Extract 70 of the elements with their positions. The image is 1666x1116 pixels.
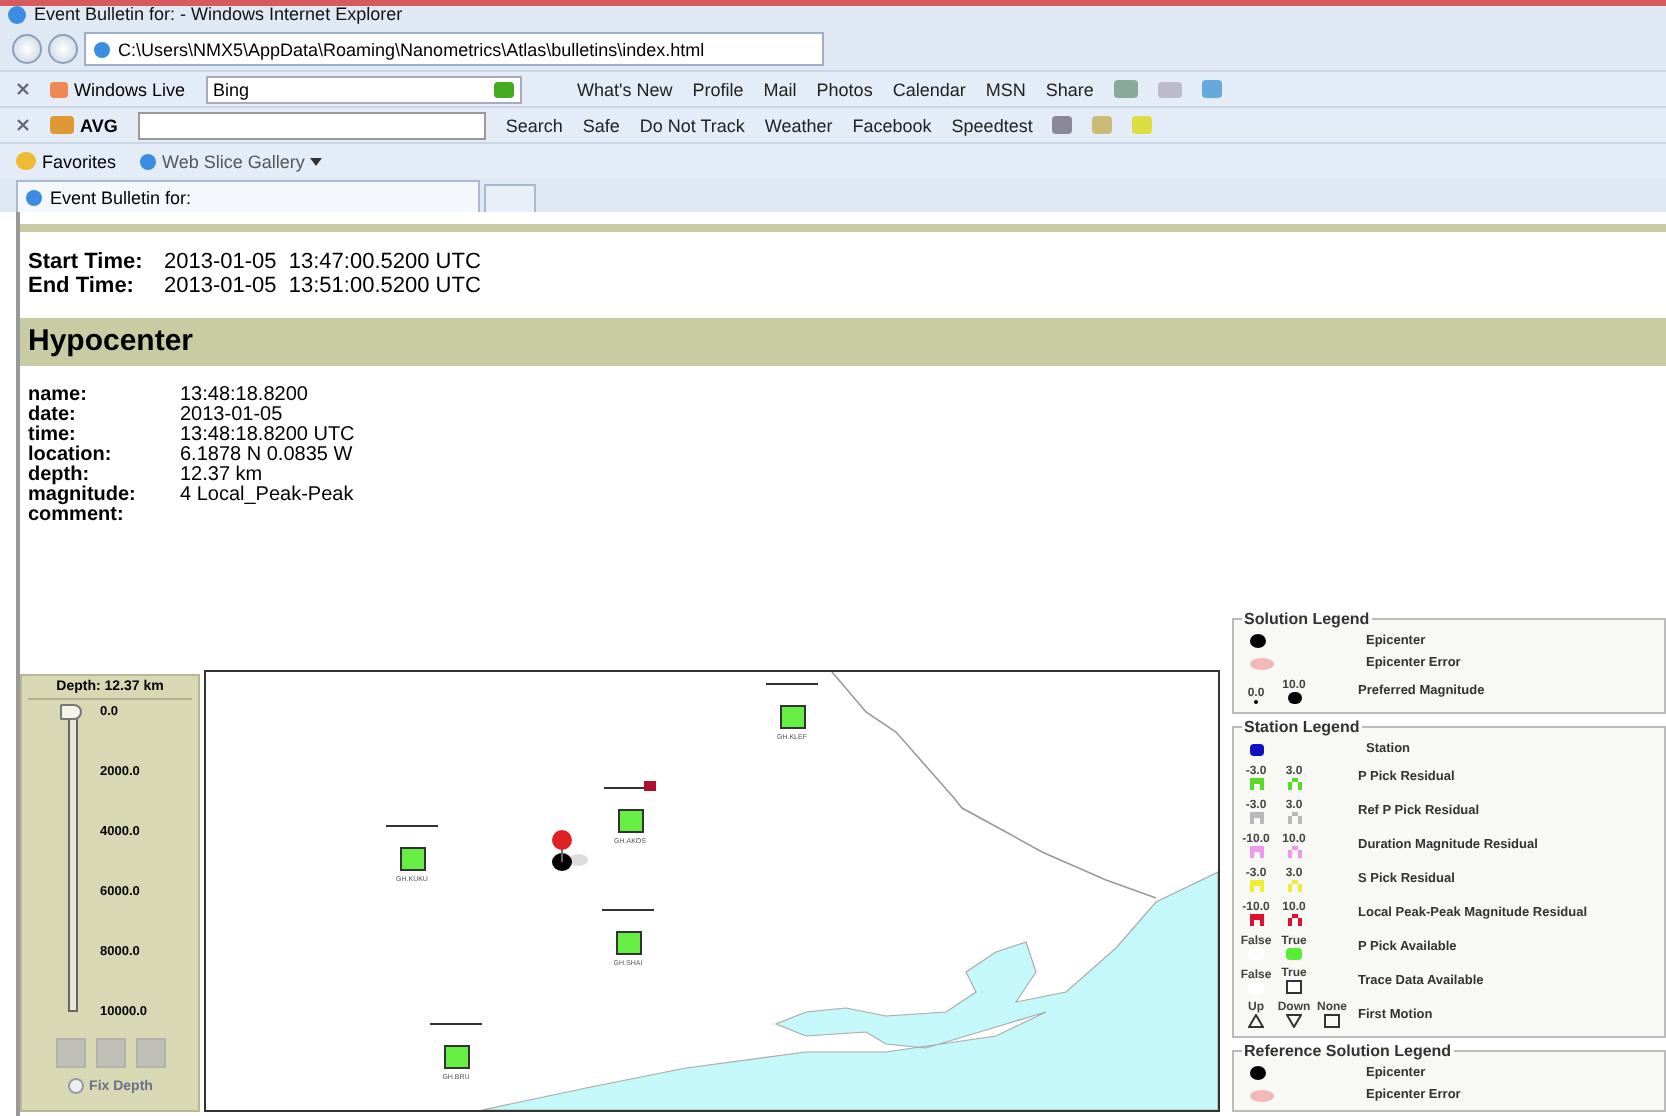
positive-residual-icon xyxy=(1287,811,1301,823)
positive-residual-icon xyxy=(1287,777,1301,789)
toolbar-link[interactable]: Profile xyxy=(692,79,744,99)
field-label: date: xyxy=(28,406,78,426)
epicenter-dot-icon xyxy=(1250,1066,1266,1080)
forward-button[interactable] xyxy=(48,34,78,64)
positive-residual-icon xyxy=(1287,879,1301,891)
toolbar-button[interactable]: Search xyxy=(505,115,563,135)
section-header: Hypocenter xyxy=(20,318,1666,366)
epicenter-pin-icon[interactable] xyxy=(546,828,590,872)
browser-tab[interactable]: Event Bulletin for: xyxy=(16,180,480,212)
toolbar-link[interactable]: What's New xyxy=(577,79,673,99)
caret-icon xyxy=(310,157,323,165)
time-value: 2013-01-05 13:47:00.5200 UTC xyxy=(164,250,481,274)
legend-title: Solution Legend xyxy=(1242,610,1372,628)
time-label: Start Time: xyxy=(28,250,145,274)
toolbar-link[interactable]: Photos xyxy=(816,79,873,99)
back-button[interactable] xyxy=(12,34,42,64)
toolbar-link[interactable]: Share xyxy=(1045,79,1094,99)
field-label: comment: xyxy=(28,506,124,526)
residual-flag xyxy=(644,781,656,791)
legend-title: Station Legend xyxy=(1242,718,1362,736)
toolbar-button[interactable]: Speedtest xyxy=(951,115,1033,135)
station-icon[interactable] xyxy=(615,931,641,955)
field-label: depth: xyxy=(28,466,90,486)
slider-thumb[interactable] xyxy=(60,704,82,721)
address-field[interactable]: C:\Users\NMX5\AppData\Roaming\Nanometrics\Atlas\bulletins\index.html xyxy=(84,32,824,66)
search-field[interactable] xyxy=(137,111,486,139)
search-field[interactable]: Bing xyxy=(205,75,522,103)
up-triangle-icon xyxy=(1248,1014,1264,1028)
avg-button[interactable]: AVG xyxy=(50,115,118,135)
field-value: 13:48:18.8200 xyxy=(180,386,310,406)
station-icon[interactable] xyxy=(779,705,805,729)
toolbar-button[interactable]: Do Not Track xyxy=(639,115,745,135)
window-title: Event Bulletin for: - Windows Internet Explorer xyxy=(34,4,403,24)
station-icon[interactable] xyxy=(443,1045,469,1069)
outlined-square-icon xyxy=(1286,980,1302,994)
field-label: location: xyxy=(28,446,114,466)
field-label: magnitude: xyxy=(28,486,138,506)
empty-square-icon xyxy=(1324,1014,1340,1028)
field-value: 6.1878 N 0.0835 W xyxy=(180,446,355,466)
toolbar-link[interactable]: Mail xyxy=(763,79,797,99)
toolbar-link[interactable]: Calendar xyxy=(892,79,966,99)
favorites-button[interactable]: Favorites xyxy=(16,151,117,171)
close-icon[interactable] xyxy=(16,118,30,132)
positive-residual-icon xyxy=(1287,913,1301,925)
field-value: 2013-01-05 xyxy=(180,406,285,426)
field-value: 12.37 km xyxy=(180,466,263,486)
station-icon[interactable] xyxy=(399,847,425,871)
windows-live-button[interactable]: Windows Live xyxy=(50,79,186,99)
field-value: 4 Local_Peak-Peak xyxy=(180,486,355,506)
toolbar-link[interactable]: MSN xyxy=(985,79,1026,99)
down-triangle-icon xyxy=(1286,1014,1302,1028)
time-value: 2013-01-05 13:51:00.5200 UTC xyxy=(164,274,481,298)
legend-title: Reference Solution Legend xyxy=(1242,1042,1454,1060)
error-ellipse-icon xyxy=(1250,657,1274,669)
positive-residual-icon xyxy=(1287,845,1301,857)
error-ellipse-icon xyxy=(1250,1089,1274,1101)
time-label: End Time: xyxy=(28,274,136,298)
toolbar-button[interactable]: Safe xyxy=(582,115,620,135)
field-label: time: xyxy=(28,426,76,446)
toolbar-button[interactable]: Facebook xyxy=(852,115,932,135)
toolbar-button[interactable]: Weather xyxy=(764,115,833,135)
epicenter-dot-icon xyxy=(1250,634,1266,648)
field-label: name: xyxy=(28,386,89,406)
field-value: 13:48:18.8200 UTC xyxy=(180,426,355,446)
close-icon[interactable] xyxy=(16,82,30,96)
station-icon[interactable] xyxy=(617,809,643,833)
favorites-link[interactable]: Web Slice Gallery xyxy=(140,151,323,171)
pick-available-icon xyxy=(1286,947,1302,959)
